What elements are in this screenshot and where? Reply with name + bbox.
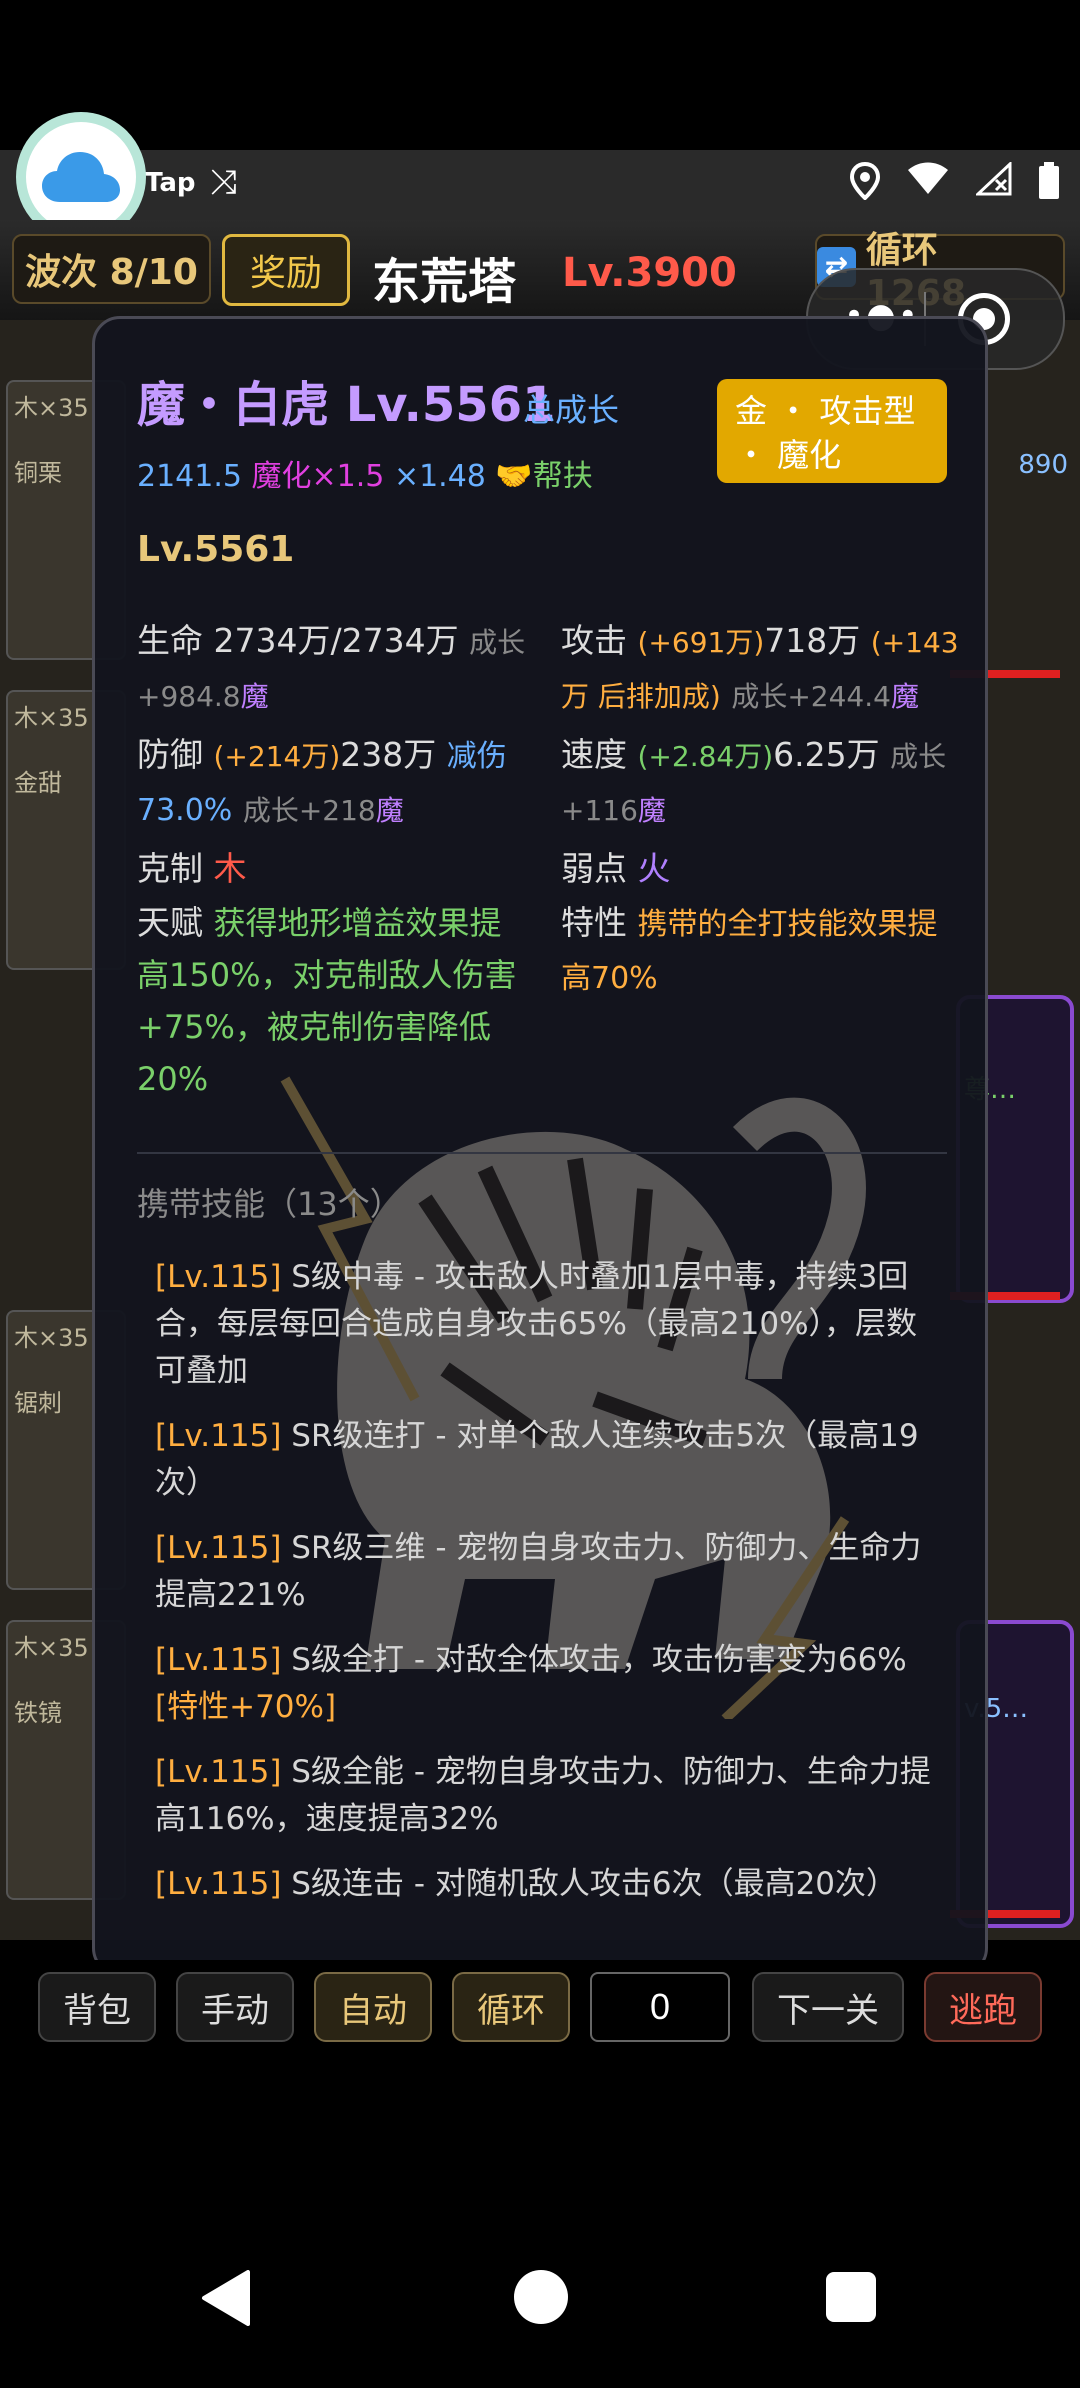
stat-def-mo: 魔 bbox=[375, 794, 404, 827]
wifi-icon bbox=[906, 162, 950, 209]
stat-hp: 生命 2734万/2734万 成长+984.8魔 bbox=[137, 615, 527, 723]
multiplier-help: 帮扶 bbox=[532, 459, 593, 494]
stat-talent: 天赋 获得地形增益效果提高150%，对克制敌人伤害+75%，被克制伤害降低20% bbox=[137, 897, 527, 1105]
status-app-text: Tap bbox=[145, 168, 196, 198]
skill-item: [Lv.115] S级中毒 - 攻击敌人时叠加1层中毒，持续3回合，每层每回合造… bbox=[155, 1254, 945, 1395]
bag-button[interactable]: 背包 bbox=[38, 1972, 156, 2042]
skill-level: [Lv.115] bbox=[155, 1418, 282, 1454]
stat-hp-label: 生命 bbox=[137, 621, 203, 660]
pet-type-badge: 金 ・ 攻击型 ・ 魔化 bbox=[717, 379, 947, 483]
stat-spd-value: 6.25万 bbox=[773, 735, 880, 774]
stat-def-growth: 成长+218 bbox=[242, 794, 376, 827]
skill-level: [Lv.115] bbox=[155, 1866, 282, 1902]
stat-def-bonus: (+214万) bbox=[213, 740, 341, 773]
status-bar: Tap ⤨ bbox=[0, 150, 1080, 220]
stat-hp-value: 2734万/2734万 bbox=[213, 621, 459, 660]
loop-button[interactable]: 循环 bbox=[452, 1972, 570, 2042]
home-icon[interactable] bbox=[514, 2270, 568, 2324]
cloud-icon bbox=[42, 152, 120, 202]
skill-item: [Lv.115] S级连击 - 对随机敌人攻击6次（最高20次） bbox=[155, 1861, 945, 1908]
bottom-action-bar: 背包 手动 自动 循环 下一关 逃跑 bbox=[0, 1960, 1080, 2060]
stat-counter-label: 克制 bbox=[137, 849, 203, 888]
flee-button[interactable]: 逃跑 bbox=[924, 1972, 1042, 2042]
total-growth-link[interactable]: 总成长 bbox=[523, 385, 619, 431]
bg-right-value: 890 bbox=[1018, 450, 1068, 480]
stat-atk-growth: 成长+244.4 bbox=[731, 680, 891, 713]
stat-hp-mo: 魔 bbox=[240, 680, 269, 713]
skill-trait-bonus: [特性+70%] bbox=[155, 1689, 337, 1725]
reward-button[interactable]: 奖励 bbox=[222, 234, 350, 306]
stat-counter: 克制 木 bbox=[137, 843, 247, 895]
wave-counter: 波次 8/10 bbox=[12, 234, 211, 304]
stat-trait-label: 特性 bbox=[561, 903, 627, 942]
stat-spd: 速度 (+2.84万)6.25万 成长+116魔 bbox=[561, 729, 961, 837]
stat-atk-value: 718万 bbox=[764, 621, 861, 660]
handshake-icon: 🤝 bbox=[495, 459, 533, 494]
skills-title: 携带技能（13个） bbox=[137, 1185, 402, 1223]
stat-atk-label: 攻击 bbox=[561, 621, 627, 660]
stat-spd-bonus: (+2.84万) bbox=[637, 740, 774, 773]
multiplier-line: 2141.5 魔化×1.5 ×1.48 🤝帮扶 bbox=[137, 451, 593, 495]
stat-spd-mo: 魔 bbox=[637, 794, 666, 827]
skill-list: [Lv.115] S级中毒 - 攻击敌人时叠加1层中毒，持续3回合，每层每回合造… bbox=[155, 1254, 945, 1926]
system-nav-bar bbox=[0, 2240, 1080, 2360]
section-divider bbox=[137, 1152, 947, 1154]
stat-weak-label: 弱点 bbox=[561, 849, 627, 888]
manual-button[interactable]: 手动 bbox=[176, 1972, 294, 2042]
stat-counter-value: 木 bbox=[213, 849, 247, 888]
skill-level: [Lv.115] bbox=[155, 1530, 282, 1566]
pet-level: Lv.5561 bbox=[137, 529, 295, 570]
stat-spd-label: 速度 bbox=[561, 735, 627, 774]
skill-level: [Lv.115] bbox=[155, 1642, 282, 1678]
skill-item: [Lv.115] SR级三维 - 宠物自身攻击力、防御力、生命力提高221% bbox=[155, 1525, 945, 1619]
stat-def-value: 238万 bbox=[340, 735, 437, 774]
status-icons bbox=[849, 160, 1060, 209]
auto-button[interactable]: 自动 bbox=[314, 1972, 432, 2042]
tower-name: 东荒塔 bbox=[372, 254, 517, 310]
stat-weak-value: 火 bbox=[637, 849, 671, 888]
shuffle-icon: ⤨ bbox=[210, 162, 238, 202]
location-icon bbox=[849, 161, 881, 209]
stat-talent-label: 天赋 bbox=[137, 903, 203, 942]
stat-def: 防御 (+214万)238万 减伤73.0% 成长+218魔 bbox=[137, 729, 527, 837]
skill-text: S级连击 - 对随机敌人攻击6次（最高20次） bbox=[291, 1866, 898, 1902]
signal-icon bbox=[974, 160, 1012, 209]
back-icon[interactable] bbox=[200, 2270, 250, 2326]
skill-item: [Lv.115] S级全能 - 宠物自身攻击力、防御力、生命力提高116%，速度… bbox=[155, 1749, 945, 1843]
tower-level: Lv.3900 bbox=[562, 250, 737, 296]
next-level-button[interactable]: 下一关 bbox=[752, 1972, 904, 2042]
skill-item: [Lv.115] SR级连打 - 对单个敌人连续攻击5次（最高19次） bbox=[155, 1413, 945, 1507]
skill-item: [Lv.115] S级全打 - 对敌全体攻击，攻击伤害变为66% [特性+70%… bbox=[155, 1637, 945, 1731]
recents-icon[interactable] bbox=[826, 2272, 876, 2322]
multiplier-extra: ×1.48 bbox=[393, 459, 486, 494]
stat-trait: 特性 携带的全打技能效果提高70% bbox=[561, 897, 961, 1005]
battery-icon bbox=[1038, 162, 1060, 209]
stat-atk: 攻击 (+691万)718万 (+143万 后排加成) 成长+244.4魔 bbox=[561, 615, 961, 723]
multiplier-base: 2141.5 bbox=[137, 459, 242, 494]
skill-level: [Lv.115] bbox=[155, 1259, 282, 1295]
multiplier-mohua: 魔化×1.5 bbox=[251, 459, 385, 494]
stat-weak: 弱点 火 bbox=[561, 843, 671, 895]
count-input[interactable] bbox=[590, 1972, 730, 2042]
stat-atk-mo: 魔 bbox=[890, 680, 919, 713]
skill-level: [Lv.115] bbox=[155, 1754, 282, 1790]
pet-name: 魔・白虎 Lv.5561 bbox=[137, 377, 556, 433]
stat-atk-bonus: (+691万) bbox=[637, 626, 765, 659]
pet-detail-panel: 魔・白虎 Lv.5561 总成长 金 ・ 攻击型 ・ 魔化 2141.5 魔化×… bbox=[92, 316, 988, 1976]
stat-def-label: 防御 bbox=[137, 735, 203, 774]
skill-text: S级全打 - 对敌全体攻击，攻击伤害变为66% bbox=[291, 1642, 907, 1678]
